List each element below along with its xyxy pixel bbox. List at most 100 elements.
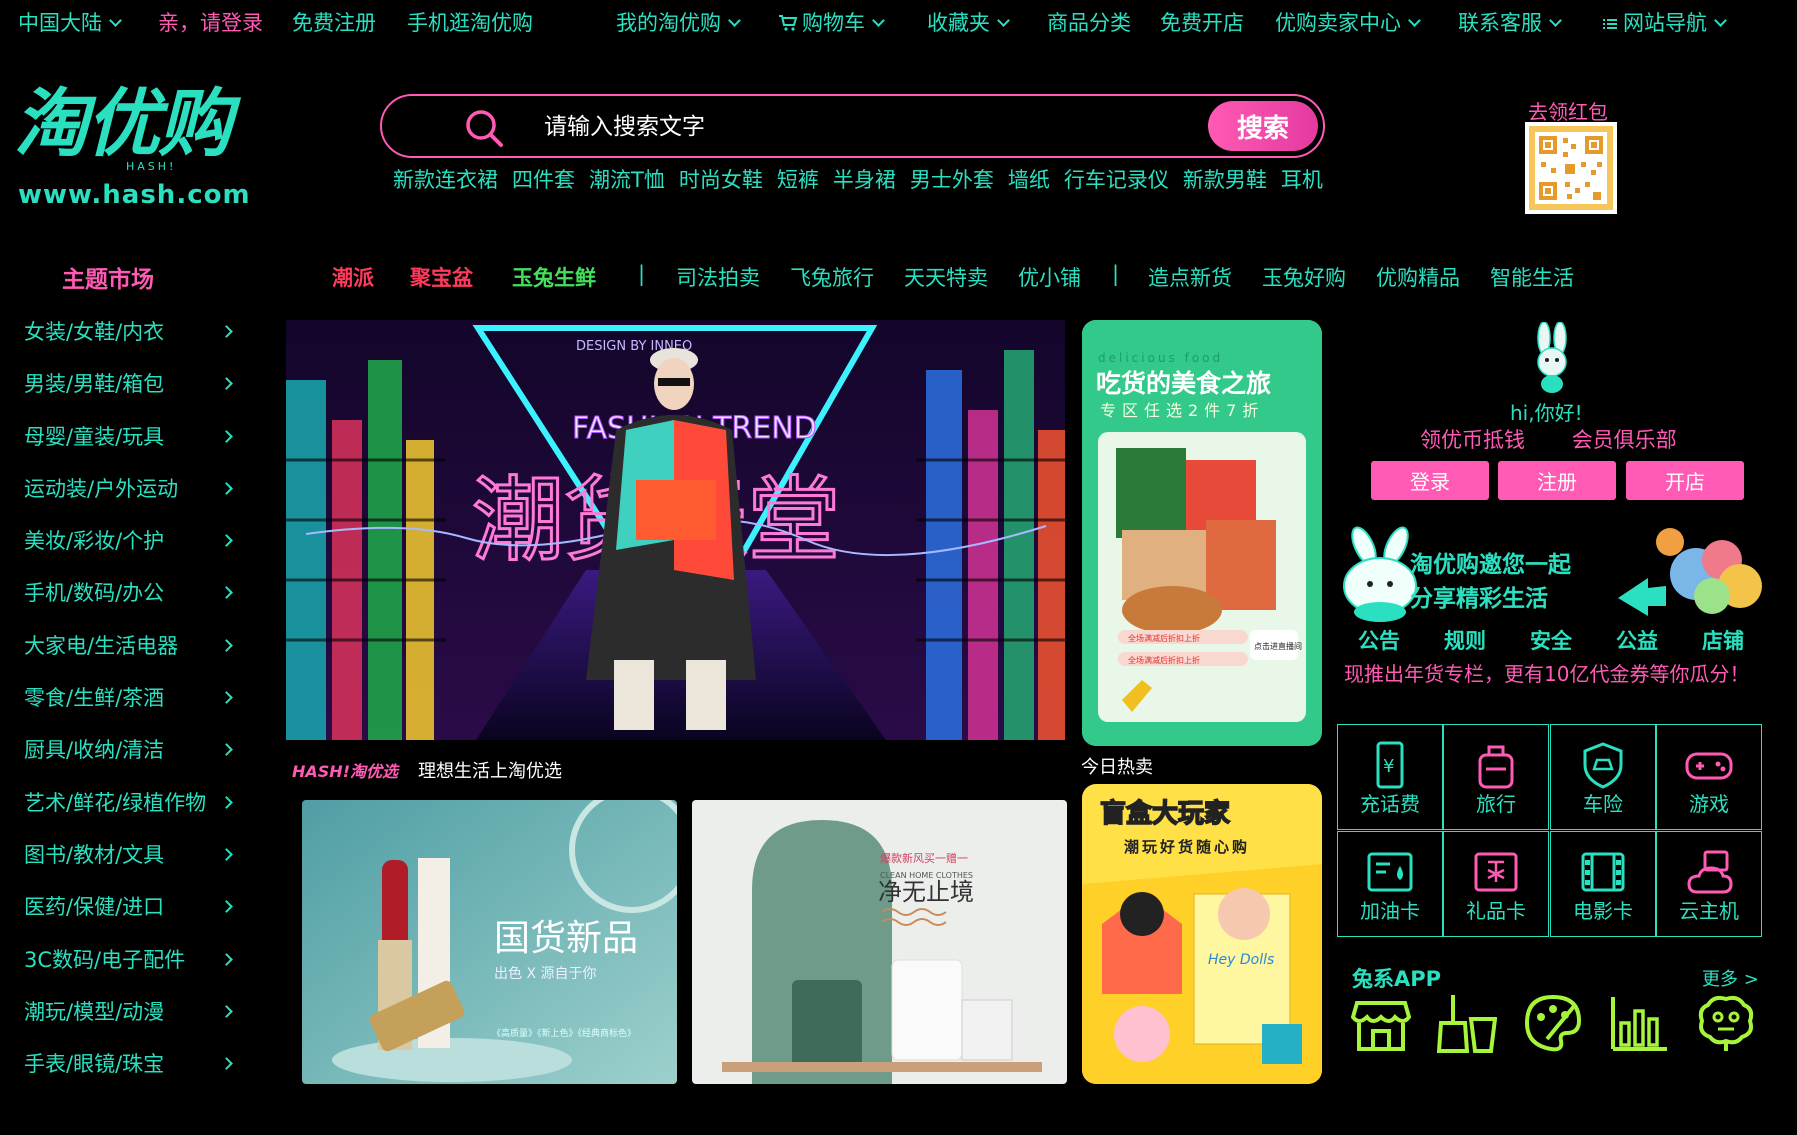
sidebar-item[interactable]: 女装/女鞋/内衣 (24, 316, 239, 368)
search-button[interactable]: 搜索 (1208, 101, 1318, 151)
sidebar-item[interactable]: 手表/眼镜/珠宝 (24, 1048, 239, 1100)
invite-banner[interactable]: 淘优购邀您一起 分享精彩生活 (1336, 524, 1768, 624)
cleaning-app-icon[interactable] (1437, 993, 1497, 1053)
sidebar-item-label: 大家电/生活电器 (24, 633, 179, 658)
sidebar-item[interactable]: 医药/保健/进口 (24, 891, 239, 943)
sidebar-item[interactable]: 3C数码/电子配件 (24, 944, 239, 996)
tab-shops[interactable]: 店铺 (1702, 625, 1744, 655)
my-account-menu[interactable]: 我的淘优购 (616, 7, 741, 37)
apps-more-link[interactable]: 更多 > (1702, 965, 1759, 991)
cart-menu[interactable]: 购物车 (778, 7, 885, 37)
tab-rules[interactable]: 规则 (1444, 625, 1486, 655)
promo-subtitle: 专区任选2件7折 (1100, 401, 1264, 420)
hot-keyword[interactable]: 半身裙 (833, 168, 896, 192)
service-cloud-host[interactable]: 云主机 (1656, 831, 1762, 937)
search-input[interactable] (542, 106, 1126, 148)
chevron-right-icon (220, 638, 233, 652)
blind-box-title: 盲盒大玩家 (1100, 798, 1230, 829)
club-link[interactable]: 会员俱乐部 (1572, 428, 1677, 452)
site-logo[interactable]: 淘优购 HASH! (14, 64, 250, 173)
sidebar-item[interactable]: 美妆/彩妆/个护 (24, 525, 239, 577)
register-button[interactable]: 注册 (1498, 461, 1616, 500)
chevron-right-icon (220, 743, 233, 757)
seller-center-menu[interactable]: 优购卖家中心 (1275, 7, 1421, 37)
coin-link[interactable]: 领优币抵钱 (1420, 428, 1525, 452)
channel-link[interactable]: 优购精品 (1376, 262, 1460, 292)
service-movie-card[interactable]: 电影卡 (1550, 831, 1656, 937)
sidebar-item[interactable]: 图书/教材/文具 (24, 839, 239, 891)
channel-link[interactable]: 飞兔旅行 (790, 262, 874, 292)
invite-line2: 分享精彩生活 (1410, 585, 1548, 612)
service-travel[interactable]: 旅行 (1443, 724, 1549, 830)
hot-keyword[interactable]: 耳机 (1281, 168, 1323, 192)
sidebar-item[interactable]: 运动装/户外运动 (24, 473, 239, 525)
login-link[interactable]: 亲，请登录 (158, 7, 263, 37)
home-top-text: 爆款新风买一赠一 (880, 851, 968, 865)
channel-link[interactable]: 优小铺 (1018, 262, 1081, 292)
store-app-icon[interactable] (1351, 993, 1411, 1053)
tab-announcement[interactable]: 公告 (1358, 625, 1400, 655)
favorites-menu[interactable]: 收藏夹 (927, 7, 1010, 37)
blind-box-tile[interactable]: 盲盒大玩家 潮玩好货随心购 Hey Dolls (1082, 784, 1322, 1084)
service-car-insurance[interactable]: 车险 (1550, 724, 1656, 830)
channel-link[interactable]: 智能生活 (1490, 262, 1574, 292)
service-recharge[interactable]: ¥ 充话费 (1337, 724, 1443, 830)
hot-keyword[interactable]: 男士外套 (910, 168, 994, 192)
tab-charity[interactable]: 公益 (1616, 625, 1658, 655)
sidebar-item[interactable]: 大家电/生活电器 (24, 630, 239, 682)
channel-link[interactable]: 造点新货 (1148, 262, 1232, 292)
hot-keyword[interactable]: 行车记录仪 (1064, 168, 1169, 192)
chart-app-icon[interactable] (1609, 993, 1669, 1053)
home-title: 净无止境 (878, 878, 974, 906)
brain-app-icon[interactable] (1696, 993, 1756, 1053)
service-gift-card[interactable]: 礼品卡 (1443, 831, 1549, 937)
hero-banner[interactable]: DESIGN BY INNEO FASHION TREND 潮货天堂 (286, 320, 1065, 740)
open-shop-link[interactable]: 免费开店 (1160, 7, 1244, 37)
sidebar-item[interactable]: 手机/数码/办公 (24, 577, 239, 629)
contact-menu[interactable]: 联系客服 (1458, 7, 1562, 37)
channel-link[interactable]: 潮派 (332, 262, 374, 292)
notice-text[interactable]: 现推出年货专栏，更有10亿代金券等你瓜分！ (1344, 658, 1749, 687)
sidebar-item[interactable]: 母婴/童装/玩具 (24, 421, 239, 473)
qr-code[interactable] (1525, 122, 1617, 214)
hot-keyword[interactable]: 时尚女鞋 (679, 168, 763, 192)
sidebar-item[interactable]: 男装/男鞋/箱包 (24, 368, 239, 420)
site-nav-menu[interactable]: 网站导航 (1603, 7, 1727, 37)
hot-keyword[interactable]: 四件套 (512, 168, 575, 192)
region-selector[interactable]: 中国大陆 (18, 7, 122, 37)
channel-link[interactable]: 司法拍卖 (676, 262, 760, 292)
hot-keyword[interactable]: 新款男鞋 (1183, 168, 1267, 192)
chevron-down-icon (872, 14, 885, 27)
categories-link[interactable]: 商品分类 (1047, 7, 1131, 37)
tab-security[interactable]: 安全 (1530, 625, 1572, 655)
channel-link[interactable]: 聚宝盆 (410, 262, 473, 292)
hot-keyword[interactable]: 新款连衣裙 (393, 168, 498, 192)
guohuo-tile[interactable]: 国货新品 出色 X 源自于你 《高质量》《新上色》《经典商标色》 (302, 800, 677, 1084)
home-tile[interactable]: 爆款新风买一赠一 CLEAN HOME CLOTHES 净无止境 (692, 800, 1067, 1084)
palette-app-icon[interactable] (1523, 993, 1583, 1053)
open-shop-button[interactable]: 开店 (1626, 461, 1744, 500)
sidebar-item[interactable]: 零食/生鲜/茶酒 (24, 682, 239, 734)
chevron-right-icon (220, 1057, 233, 1071)
login-button[interactable]: 登录 (1371, 461, 1489, 500)
guohuo-foot: 《高质量》《新上色》《经典商标色》 (492, 1027, 636, 1039)
rabbit-mascot (1343, 526, 1417, 622)
sidebar-item[interactable]: 潮玩/模型/动漫 (24, 996, 239, 1048)
channel-link[interactable]: 玉兔好购 (1262, 262, 1346, 292)
promo-title: 吃货的美食之旅 (1096, 369, 1271, 398)
mobile-link[interactable]: 手机逛淘优购 (407, 7, 533, 37)
register-link[interactable]: 免费注册 (292, 7, 376, 37)
chevron-down-icon (109, 14, 122, 27)
hot-keyword[interactable]: 潮流T恤 (589, 168, 665, 192)
sidebar-item[interactable]: 厨具/收纳/清洁 (24, 734, 239, 786)
hot-keyword[interactable]: 短裤 (777, 168, 819, 192)
search-icon[interactable] (464, 108, 504, 148)
service-games[interactable]: 游戏 (1656, 724, 1762, 830)
channel-link[interactable]: 玉兔生鲜 (512, 262, 596, 292)
promo-food-banner[interactable]: delicious food 吃货的美食之旅 专区任选2件7折 全场满减后折扣上… (1082, 320, 1322, 746)
channel-link[interactable]: 天天特卖 (904, 262, 988, 292)
sidebar-item[interactable]: 艺术/鲜花/绿植作物 (24, 787, 239, 839)
red-packet-label[interactable]: 去领红包 (1528, 96, 1608, 125)
hot-keyword[interactable]: 墙纸 (1008, 168, 1050, 192)
service-fuel-card[interactable]: 加油卡 (1337, 831, 1443, 937)
